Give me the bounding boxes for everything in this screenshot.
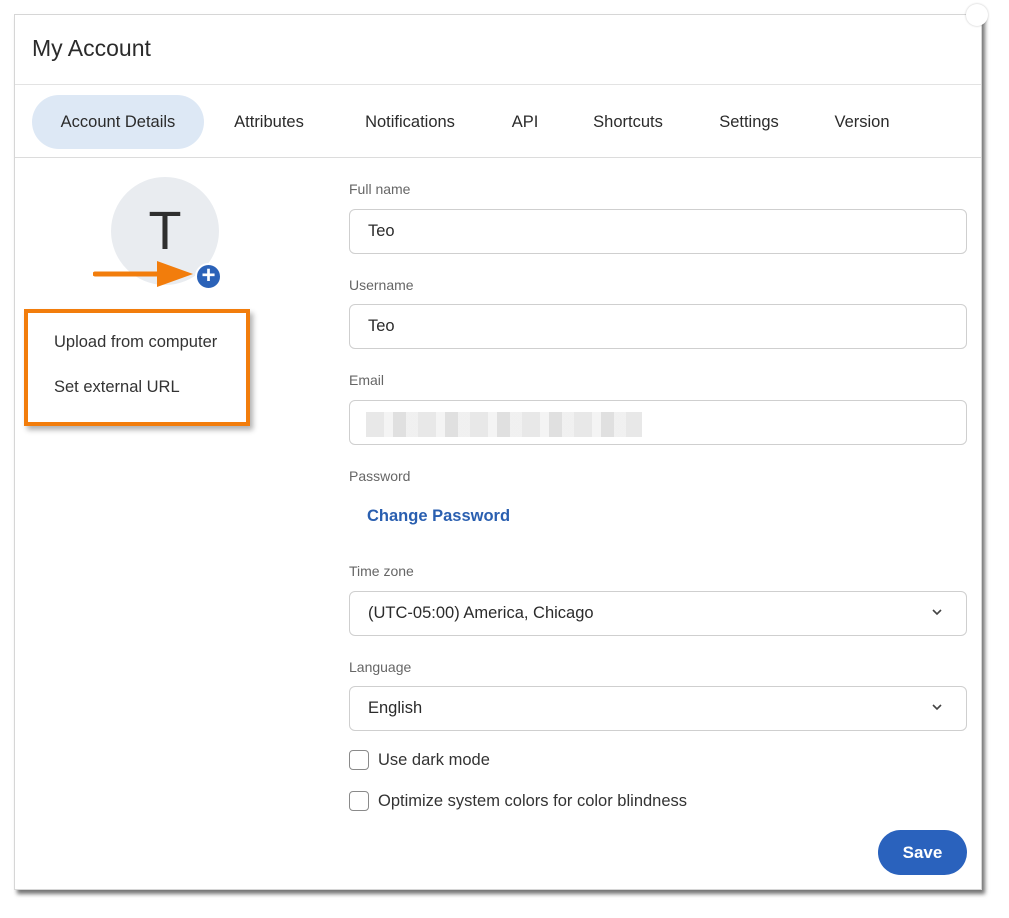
email-field[interactable]	[349, 400, 967, 445]
color-blindness-checkbox[interactable]	[349, 791, 369, 811]
tab-account-details[interactable]: Account Details	[32, 95, 204, 149]
email-redacted	[366, 412, 642, 437]
color-blindness-label: Optimize system colors for color blindne…	[378, 792, 688, 810]
change-password-link[interactable]: Change Password	[367, 507, 510, 526]
avatar-upload-menu: Upload from computer Set external URL	[24, 309, 250, 426]
tab-notifications[interactable]: Notifications	[351, 95, 469, 149]
email-label: Email	[349, 372, 385, 388]
full-name-field[interactable]: Teo	[349, 209, 967, 254]
arrow-annotation-icon	[93, 261, 193, 287]
password-label: Password	[349, 468, 411, 484]
time-zone-label: Time zone	[349, 563, 414, 579]
chevron-down-icon	[932, 704, 942, 711]
language-label: Language	[349, 659, 412, 675]
my-account-dialog: My Account Account Details Attributes No…	[14, 14, 982, 890]
dark-mode-checkbox[interactable]	[349, 750, 369, 770]
menu-item-set-external-url[interactable]: Set external URL	[54, 378, 180, 397]
full-name-label: Full name	[349, 181, 411, 197]
save-button[interactable]: Save	[878, 830, 967, 875]
username-field[interactable]: Teo	[349, 304, 967, 349]
tab-shortcuts[interactable]: Shortcuts	[582, 95, 674, 149]
tab-settings[interactable]: Settings	[709, 95, 789, 149]
plus-icon: +	[201, 262, 216, 289]
username-label: Username	[349, 277, 414, 293]
language-value: English	[368, 699, 423, 717]
tab-version[interactable]: Version	[825, 95, 899, 149]
add-avatar-button[interactable]: +	[195, 263, 222, 290]
tab-bar: Account Details Attributes Notifications…	[15, 85, 981, 158]
menu-item-upload-from-computer[interactable]: Upload from computer	[54, 333, 217, 352]
close-button[interactable]	[966, 4, 988, 26]
tab-attributes[interactable]: Attributes	[221, 95, 317, 149]
time-zone-value: (UTC-05:00) America, Chicago	[368, 604, 594, 622]
dark-mode-label: Use dark mode	[378, 751, 490, 769]
language-select[interactable]: English	[349, 686, 967, 731]
tab-api[interactable]: API	[502, 95, 548, 149]
chevron-down-icon	[932, 609, 942, 616]
dialog-title: My Account	[32, 35, 151, 61]
dialog-header: My Account	[15, 15, 981, 85]
time-zone-select[interactable]: (UTC-05:00) America, Chicago	[349, 591, 967, 636]
